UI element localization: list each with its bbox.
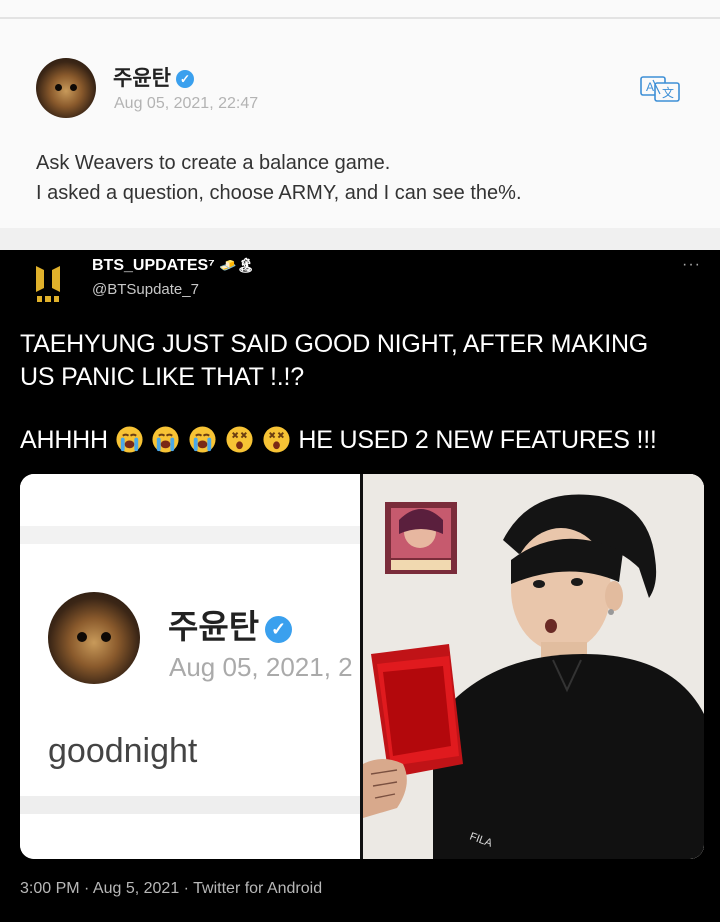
tweet-media[interactable]: 주윤탄 ✓ Aug 05, 2021, 2 goodnight FILA: [20, 474, 704, 859]
divider: [20, 526, 360, 544]
name-emojis: 🧈🏝: [219, 257, 255, 273]
post-timestamp: Aug 05, 2021, 22:47: [114, 95, 259, 112]
svg-text:A: A: [646, 80, 654, 94]
loudly-crying-face-icon: [116, 426, 143, 453]
post-body-line: Ask Weavers to create a balance game.: [36, 152, 391, 174]
verified-icon: ✓: [175, 70, 194, 88]
emoji-row: [115, 425, 292, 463]
avatar[interactable]: [36, 58, 96, 118]
verified-icon: ✓: [265, 616, 293, 643]
divider: [0, 228, 720, 250]
photo[interactable]: FILA: [363, 474, 704, 859]
dizzy-face-icon: [226, 426, 253, 453]
post-author[interactable]: 주윤탄 ✓: [113, 62, 194, 92]
translate-icon[interactable]: A 文: [640, 76, 682, 102]
tweet-author[interactable]: BTS_UPDATES⁷ 🧈🏝: [92, 257, 254, 275]
more-options-icon[interactable]: ···: [682, 256, 701, 274]
svg-text:文: 文: [662, 85, 674, 100]
bts-logo-icon[interactable]: [34, 262, 62, 304]
tweet-text-end: HE USED 2 NEW FEATURES !!!: [298, 426, 657, 454]
embedded-screenshot[interactable]: 주윤탄 ✓ Aug 05, 2021, 2 goodnight: [20, 474, 360, 859]
tweet: BTS_UPDATES⁷ 🧈🏝 @BTSupdate_7 ··· TAEHYUN…: [0, 250, 720, 922]
tweet-text-line: AHHHH HE USED 2 NEW FEATURES !!!: [20, 426, 657, 454]
tweet-text: TAEHYUNG JUST SAID GOOD NIGHT, AFTER MAK…: [20, 328, 657, 463]
embedded-post-text: goodnight: [48, 732, 198, 770]
wall-poster: [385, 502, 457, 574]
dizzy-face-icon: [263, 426, 290, 453]
weverse-post: 주윤탄 ✓ Aug 05, 2021, 22:47 A 文 Ask Weavers…: [0, 0, 720, 250]
embedded-timestamp: Aug 05, 2021, 2: [169, 652, 353, 682]
loudly-crying-face-icon: [152, 426, 179, 453]
divider: [0, 17, 720, 19]
divider: [20, 796, 360, 814]
post-body-line: I asked a question, choose ARMY, and I c…: [36, 182, 522, 204]
photo-illustration: FILA: [363, 474, 704, 859]
embedded-author: 주윤탄 ✓: [168, 600, 293, 648]
tweet-meta: 3:00 PM · Aug 5, 2021 · Twitter for Andr…: [20, 880, 323, 897]
post-body: Ask Weavers to create a balance game. I …: [36, 148, 522, 208]
post-author-name: 주윤탄: [113, 67, 171, 90]
tweet-text-start: AHHHH: [20, 426, 108, 454]
embedded-author-name: 주윤탄: [168, 608, 260, 645]
tweet-handle[interactable]: @BTSupdate_7: [92, 281, 199, 298]
tweet-display-name: BTS_UPDATES⁷: [92, 257, 215, 274]
avatar: [48, 592, 140, 684]
tweet-text-line: US PANIC LIKE THAT !.!?: [20, 363, 304, 391]
tweet-text-line: TAEHYUNG JUST SAID GOOD NIGHT, AFTER MAK…: [20, 330, 649, 358]
loudly-crying-face-icon: [189, 426, 216, 453]
